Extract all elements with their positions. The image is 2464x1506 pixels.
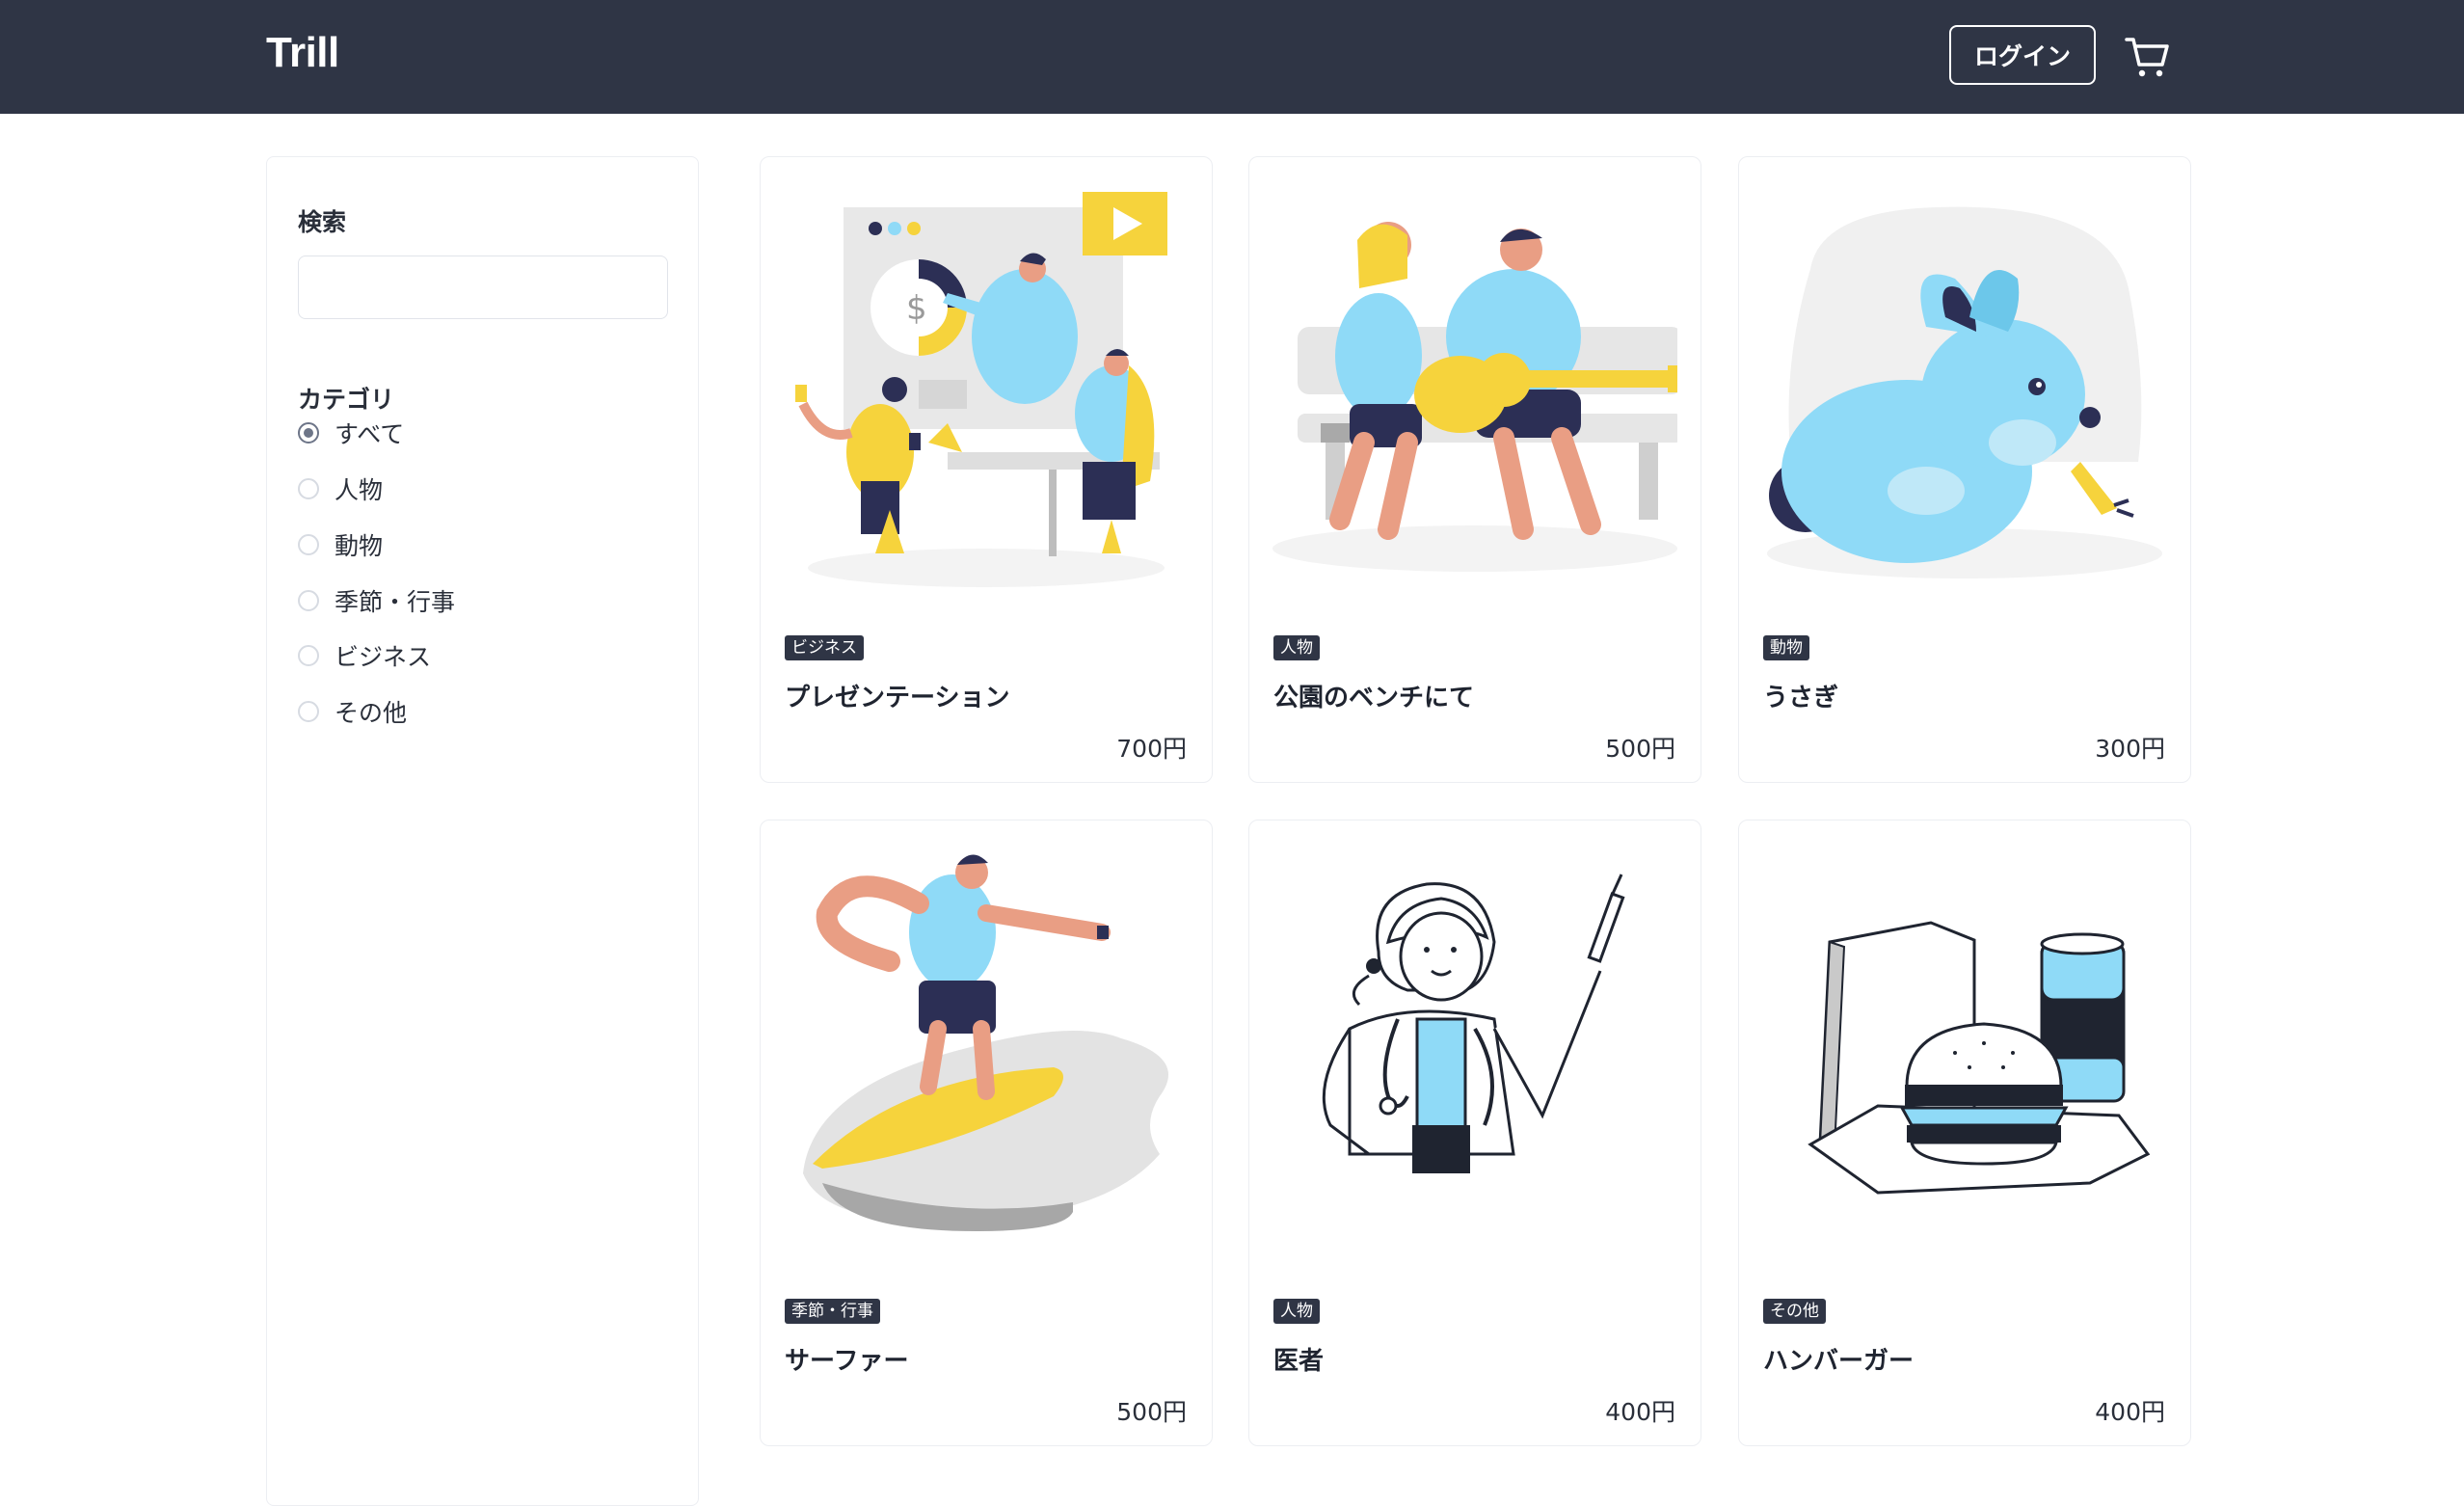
presentation-illustration: $ <box>795 192 1167 587</box>
category-badge: 季節・行事 <box>785 1299 880 1324</box>
category-label: その他 <box>335 699 408 727</box>
product-price: 400円 <box>2095 1398 2165 1426</box>
product-price: 700円 <box>1116 735 1187 763</box>
login-button[interactable]: ログイン <box>1949 25 2096 85</box>
category-badge: 人物 <box>1273 635 1320 660</box>
category-heading: カテゴリ <box>298 386 395 414</box>
radio-button[interactable] <box>298 534 319 555</box>
category-badge: 人物 <box>1273 1299 1320 1324</box>
product-price: 300円 <box>2095 735 2165 763</box>
radio-button[interactable] <box>298 422 319 444</box>
hamburger-illustration <box>1808 921 2151 1195</box>
site-logo[interactable]: Trill <box>266 29 339 77</box>
category-radio-people[interactable]: 人物 <box>298 470 587 508</box>
product-title: サーファー <box>785 1347 909 1376</box>
product-card[interactable]: $ ビジネス プレゼンテーション 700円 <box>760 156 1213 783</box>
category-radio-animals[interactable]: 動物 <box>298 525 587 564</box>
category-radio-other[interactable]: その他 <box>298 692 587 731</box>
category-badge: その他 <box>1763 1299 1826 1324</box>
category-badge: ビジネス <box>785 635 864 660</box>
radio-button[interactable] <box>298 478 319 499</box>
category-radio-seasons[interactable]: 季節・行事 <box>298 581 587 620</box>
doctor-illustration <box>1322 874 1625 1173</box>
svg-text:$: $ <box>906 289 927 328</box>
surfer-illustration <box>803 854 1168 1231</box>
product-price: 500円 <box>1605 735 1675 763</box>
category-label: すべて <box>335 420 405 448</box>
category-badge: 動物 <box>1763 635 1809 660</box>
top-navbar: Trill ログイン <box>0 0 2464 114</box>
radio-button[interactable] <box>298 701 319 722</box>
category-label: 動物 <box>335 532 384 560</box>
cart-icon[interactable] <box>2124 33 2172 81</box>
product-card[interactable]: 季節・行事 サーファー 500円 <box>760 820 1213 1446</box>
product-card[interactable]: その他 ハンバーガー 400円 <box>1738 820 2191 1446</box>
category-label: ビジネス <box>335 643 432 671</box>
bench-couple-illustration <box>1272 222 1677 572</box>
filter-sidebar: 検索 カテゴリ すべて 人物 動物 季節・行事 ビジネス その他 <box>266 156 699 1506</box>
product-price: 500円 <box>1116 1398 1187 1426</box>
product-title: ハンバーガー <box>1763 1347 1915 1376</box>
category-label: 人物 <box>335 476 384 504</box>
product-card[interactable]: 人物 公園のベンチにて 500円 <box>1248 156 1701 783</box>
product-card[interactable]: 動物 うさぎ 300円 <box>1738 156 2191 783</box>
radio-button[interactable] <box>298 590 319 611</box>
category-label: 季節・行事 <box>335 588 456 616</box>
category-radio-all[interactable]: すべて <box>298 414 587 452</box>
search-input[interactable] <box>298 255 668 319</box>
product-title: プレゼンテーション <box>785 684 1010 713</box>
product-price: 400円 <box>1605 1398 1675 1426</box>
category-radio-business[interactable]: ビジネス <box>298 636 587 675</box>
product-title: うさぎ <box>1763 684 1839 713</box>
product-title: 公園のベンチにて <box>1273 684 1475 713</box>
product-card[interactable]: 人物 医者 400円 <box>1248 820 1701 1446</box>
search-heading: 検索 <box>298 208 347 236</box>
rabbit-illustration <box>1767 206 2162 578</box>
radio-button[interactable] <box>298 645 319 666</box>
product-title: 医者 <box>1273 1347 1325 1376</box>
